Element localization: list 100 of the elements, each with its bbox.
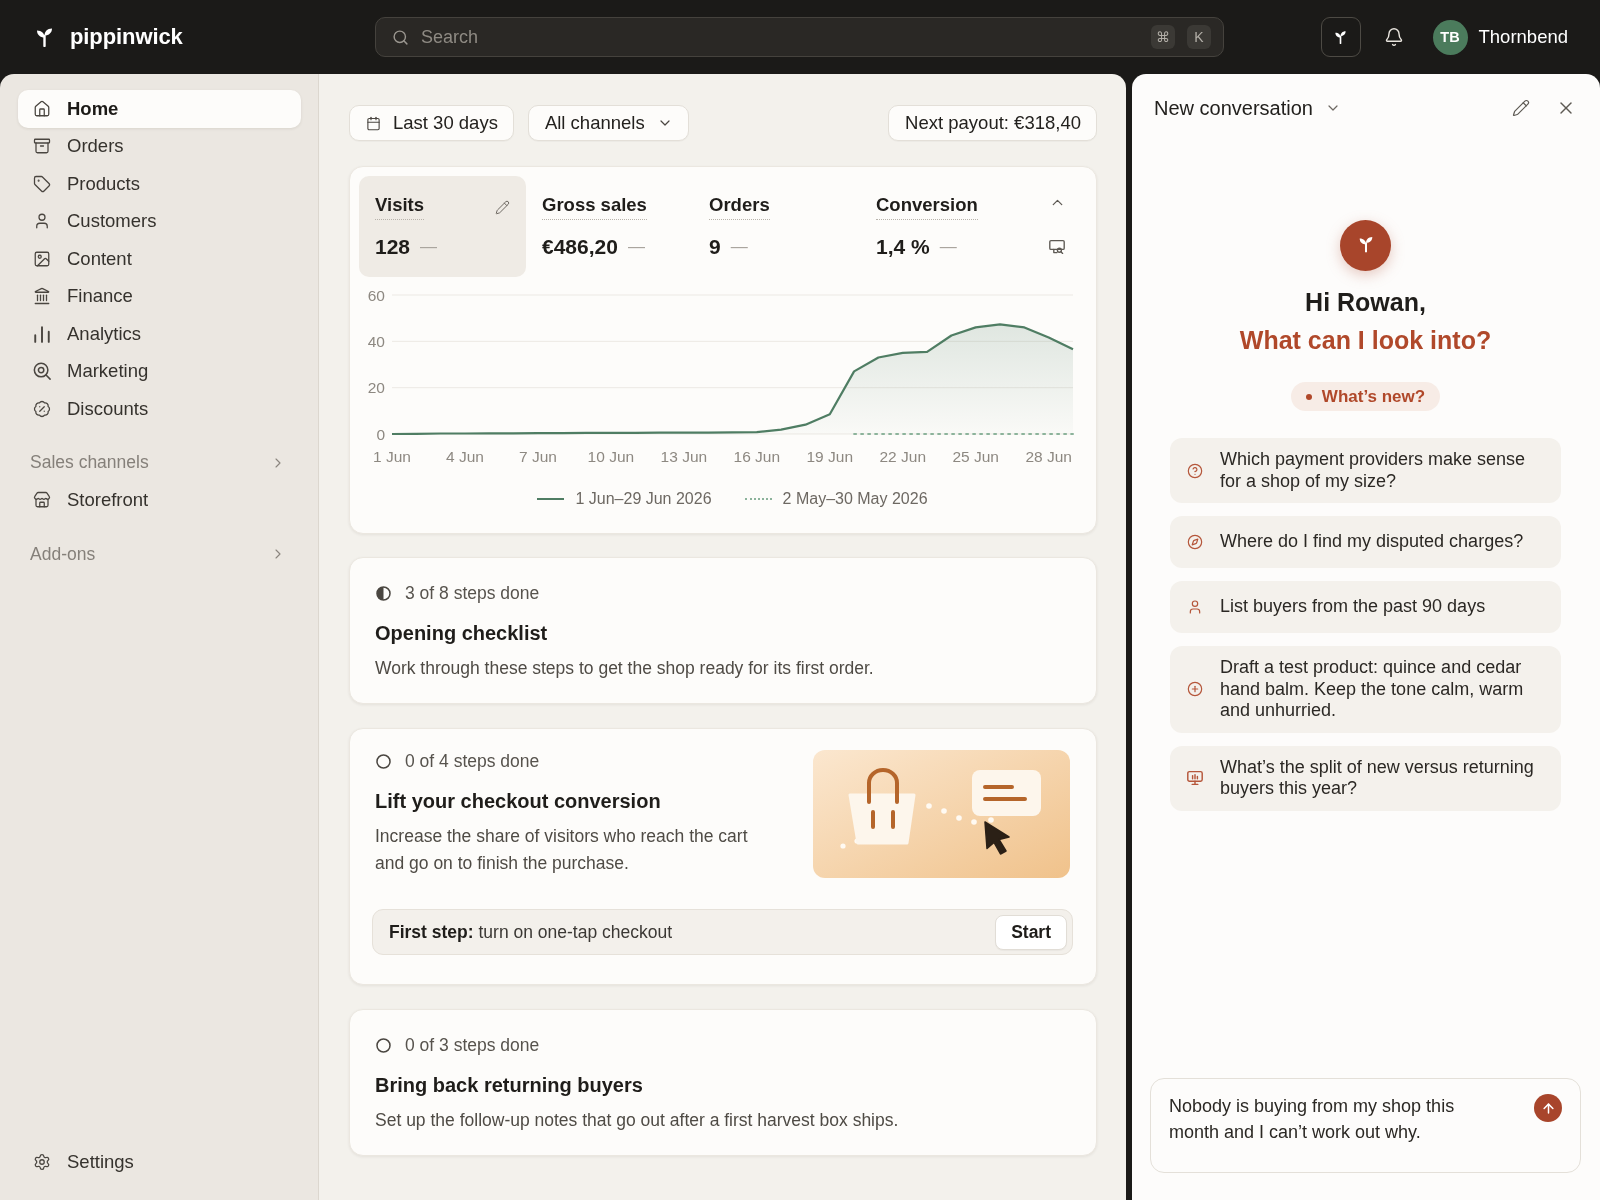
user-avatar[interactable]: TB [1432,19,1468,55]
axis-label: 7 Jun [518,448,557,465]
nav-item[interactable]: Content [18,240,301,278]
shortcut-key: K [1187,25,1211,49]
axis-label: 25 Jun [952,448,999,465]
metric-tab[interactable]: Visits 128 — [359,176,526,277]
sprout-logo-icon [35,27,54,47]
card-description: Increase the share of visitors who reach the cart and go on to finish the purchase. [375,825,749,875]
metric-value: 128 [375,234,411,260]
metric-tab[interactable]: Conversion 1,4 % — [860,176,1027,277]
metric-label: Conversion [876,194,978,220]
archive-box-icon [33,137,51,156]
axis-label: 4 Jun [446,448,484,465]
search-input[interactable]: Search [421,23,1139,51]
metric-label: Orders [709,194,770,220]
axis-label: 1 Jun [373,448,411,465]
greeting-text: Hi Rowan, [1305,287,1426,318]
axis-label: 60 [367,286,385,304]
nav-item[interactable]: Settings [18,1143,301,1181]
question-icon [1187,462,1203,479]
chart-board-icon [1187,770,1203,786]
nav-item[interactable]: Finance [18,277,301,315]
axis-label: 16 Jun [733,448,781,465]
nav-item[interactable]: Marketing [18,352,301,390]
compass-icon [1187,534,1203,550]
card-description: Work through these steps to get the shop ready for its first order. [375,657,875,680]
nav-item[interactable]: Orders [18,127,301,165]
progress-text: 3 of 8 steps done [405,582,540,604]
brand-name: pippinwick [70,24,183,50]
pencil-icon[interactable] [1512,99,1530,117]
axis-label: 20 [367,379,385,397]
change-indicator: — [730,237,748,257]
suggestion-button[interactable]: What’s the split of new versus returning buyers this year? [1170,745,1561,811]
settings-icon [33,1153,51,1172]
card-title: Bring back returning buyers [375,1073,644,1098]
percent-badge-icon [33,399,51,418]
nav-item[interactable]: Discounts [18,390,301,428]
suggestion-button[interactable]: Where do I find my disputed charges? [1170,516,1561,568]
search-icon [392,28,409,46]
pencil-icon[interactable] [495,199,510,215]
target-search-icon [33,362,51,381]
axis-label: 28 Jun [1025,448,1072,465]
whats-new-button[interactable]: What’s new? [1290,382,1441,411]
home-icon [33,99,51,118]
sprout-avatar-icon [1340,220,1391,271]
bell-icon[interactable] [1383,27,1404,47]
person-icon [1187,599,1203,615]
bank-icon [33,287,51,306]
suggestion-button[interactable]: List buyers from the past 90 days [1170,581,1561,633]
metric-label: Gross sales [542,194,647,220]
axis-label: 19 Jun [806,448,854,465]
first-step-text: First step: turn on one-tap checkout [389,921,673,943]
metric-label: Visits [375,194,425,220]
metric-tab[interactable]: Gross sales €486,20 — [526,176,693,277]
card-title: Lift your checkout conversion [375,789,662,814]
search-field[interactable]: Search ⌘ K [375,17,1224,57]
start-button[interactable]: Start [995,914,1067,950]
screen-search-icon[interactable] [1049,239,1065,255]
shortcut-key: ⌘ [1151,25,1175,49]
card-description: Set up the follow-up notes that go out after a first harvest box ships. [375,1109,900,1132]
image-icon [33,249,51,268]
conversation-dropdown[interactable]: New conversation [1154,96,1341,120]
message-input[interactable]: Nobody is buying from my shop this month and I can’t work out why. [1150,1078,1581,1173]
axis-label: 0 [376,425,385,443]
metric-value: €486,20 [542,234,618,260]
nav-item[interactable]: Home [18,90,301,128]
account-name[interactable]: Thornbend [1478,26,1568,48]
plus-circle-icon [1187,681,1203,698]
nav-item[interactable]: Products [18,165,301,203]
dot-icon [1305,393,1312,400]
card-title: Opening checklist [375,621,549,646]
date-range-button[interactable]: Last 30 days [349,105,514,141]
person-icon [33,212,51,231]
axis-label: 22 Jun [879,448,926,465]
payout-button[interactable]: Next payout: €318,40 [888,105,1097,141]
bar-chart-icon [33,324,51,343]
metric-tab[interactable]: Orders 9 — [693,176,860,277]
legend-label: 1 Jun–29 Jun 2026 [575,490,712,508]
axis-label: 40 [367,332,385,350]
nav-item[interactable]: Storefront [18,481,301,519]
axis-label: 10 Jun [587,448,635,465]
suggestion-button[interactable]: Draft a test product: quince and cedar hand balm. Keep the tone calm, warm and unhurried. [1170,646,1561,733]
nav-item[interactable]: Customers [18,202,301,240]
store-icon [33,491,51,510]
legend-label: 2 May–30 May 2026 [782,490,928,508]
progress-text: 0 of 3 steps done [405,1034,540,1056]
sprout-button[interactable] [1320,17,1361,57]
calendar-icon [366,115,381,131]
nav-item[interactable]: Analytics [18,315,301,353]
metric-value: 1,4 % [876,234,930,260]
change-indicator: — [420,237,438,257]
change-indicator: — [939,237,957,257]
metric-value: 9 [709,234,721,260]
axis-label: 13 Jun [660,448,708,465]
prompt-heading: What can I look into? [1239,325,1492,356]
progress-text: 0 of 4 steps done [405,750,540,772]
sprout-icon [1334,30,1347,44]
suggestion-button[interactable]: Which payment providers make sense for a shop of my size? [1170,438,1561,503]
channel-dropdown[interactable]: All channels [527,105,689,141]
change-indicator: — [627,237,645,257]
